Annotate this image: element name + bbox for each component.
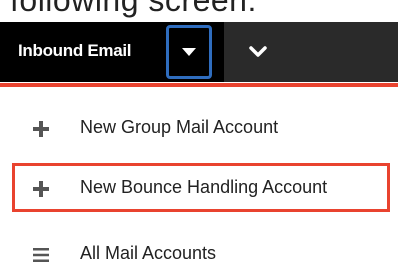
partial-caption-text: following screen: xyxy=(10,0,257,18)
module-navbar: Inbound Email xyxy=(0,22,398,82)
menu-item-all-mail-accounts[interactable]: All Mail Accounts xyxy=(0,230,398,280)
menu-item-label: New Bounce Handling Account xyxy=(80,177,328,197)
caret-down-icon xyxy=(182,48,196,56)
plus-icon xyxy=(33,181,49,197)
menu-top-accent-line xyxy=(0,83,398,87)
menu-item-new-bounce-handling-account[interactable]: New Bounce Handling Account xyxy=(0,164,398,214)
list-icon xyxy=(33,248,49,262)
plus-icon xyxy=(33,121,49,137)
chevron-down-icon[interactable] xyxy=(247,40,269,62)
navbar-more-area xyxy=(224,22,398,82)
menu-item-new-group-mail-account[interactable]: New Group Mail Account xyxy=(0,104,398,154)
menu-item-label: All Mail Accounts xyxy=(80,243,217,263)
module-tab[interactable]: Inbound Email xyxy=(0,22,224,82)
module-menu-toggle-button[interactable] xyxy=(166,25,212,79)
module-title: Inbound Email xyxy=(18,41,132,60)
top-partial-caption: following screen: xyxy=(0,0,398,22)
menu-item-label: New Group Mail Account xyxy=(80,117,279,137)
